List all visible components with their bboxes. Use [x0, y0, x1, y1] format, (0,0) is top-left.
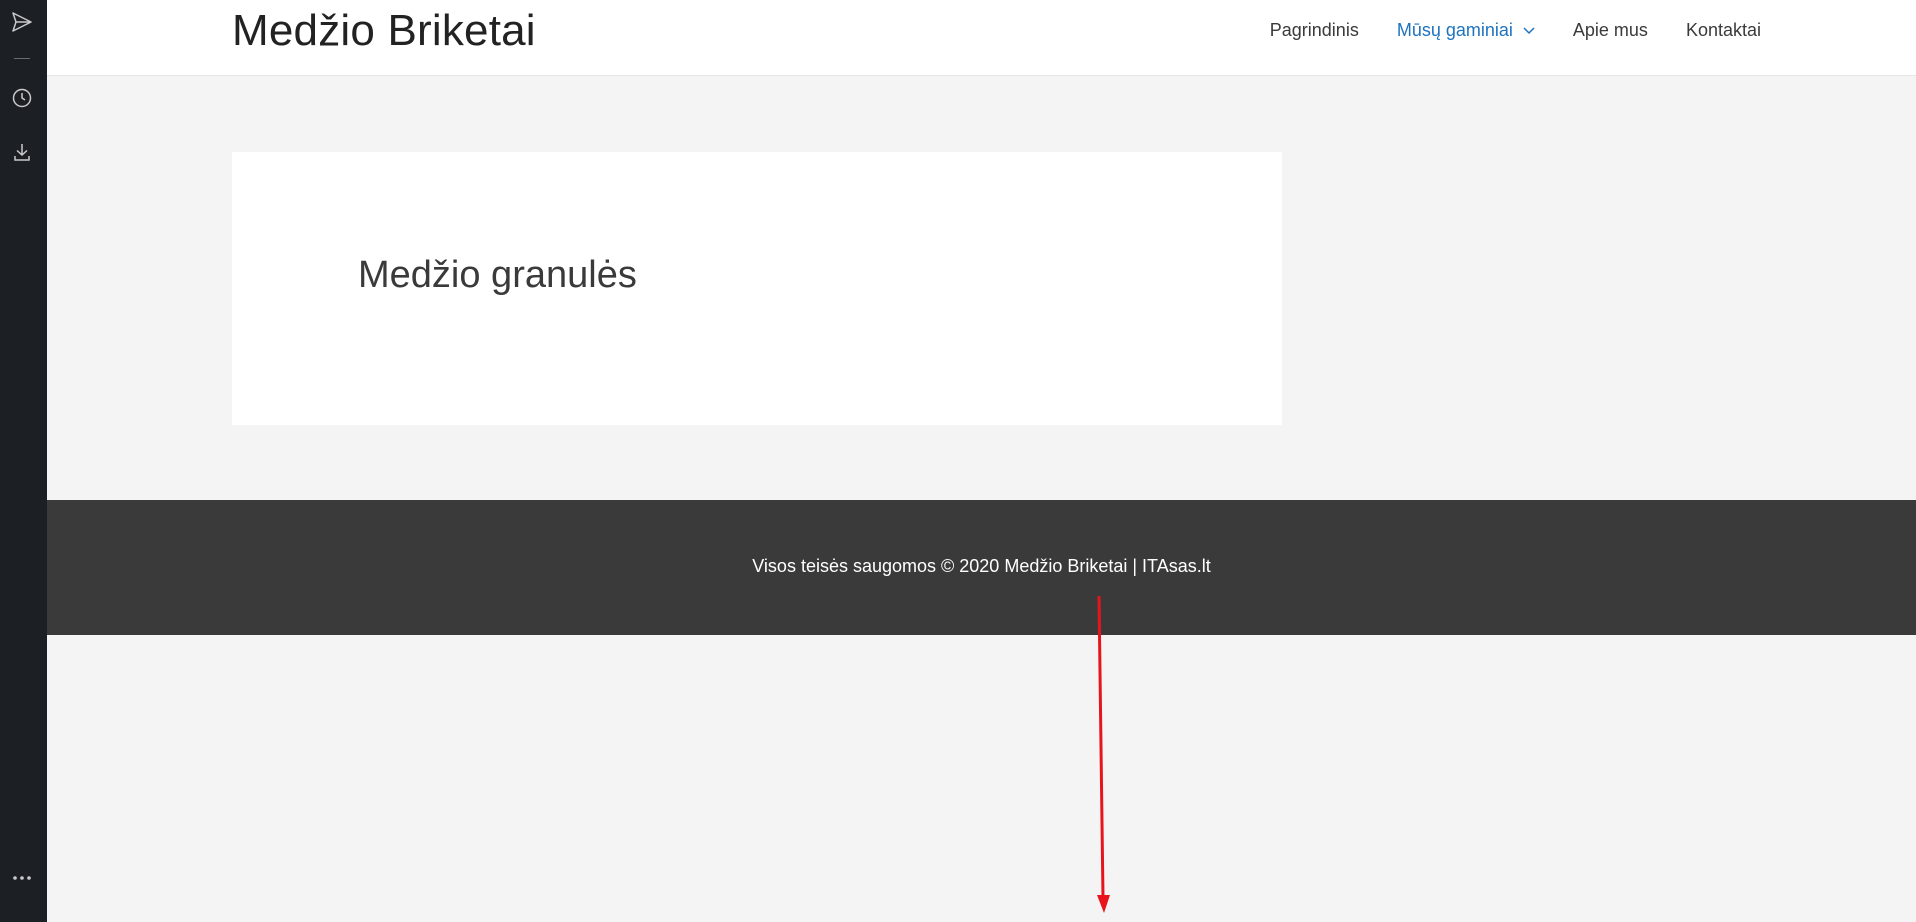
send-icon[interactable]	[10, 10, 34, 34]
nav-item-home[interactable]: Pagrindinis	[1270, 20, 1359, 41]
chevron-down-icon	[1523, 26, 1535, 34]
nav-item-products[interactable]: Mūsų gaminiai	[1397, 20, 1535, 41]
nav-item-about[interactable]: Apie mus	[1573, 20, 1648, 41]
web-page: Medžio Briketai Pagrindinis Mūsų gaminia…	[47, 0, 1916, 922]
nav-item-contacts[interactable]: Kontaktai	[1686, 20, 1761, 41]
main-navigation: Pagrindinis Mūsų gaminiai Apie mus Konta…	[1270, 20, 1761, 41]
nav-item-label: Mūsų gaminiai	[1396, 20, 1513, 40]
nav-item-label: Pagrindinis	[1269, 20, 1359, 40]
site-footer: Visos teisės saugomos © 2020 Medžio Brik…	[47, 500, 1916, 635]
copyright-text: Visos teisės saugomos © 2020 Medžio Brik…	[752, 556, 1143, 576]
sidebar-divider	[14, 58, 30, 59]
more-icon[interactable]	[10, 866, 34, 890]
download-icon[interactable]	[10, 140, 34, 164]
history-icon[interactable]	[10, 86, 34, 110]
browser-sidebar	[0, 0, 47, 922]
content-card: Medžio granulės	[232, 152, 1282, 425]
footer-copyright: Visos teisės saugomos © 2020 Medžio Brik…	[47, 556, 1916, 577]
nav-item-label: Kontaktai	[1685, 20, 1761, 40]
footer-link-itasas[interactable]: ITAsas.lt	[1142, 556, 1211, 576]
site-title[interactable]: Medžio Briketai	[232, 6, 536, 56]
page-title: Medžio granulės	[358, 254, 637, 296]
site-header: Medžio Briketai Pagrindinis Mūsų gaminia…	[47, 0, 1916, 76]
nav-item-label: Apie mus	[1572, 20, 1648, 40]
